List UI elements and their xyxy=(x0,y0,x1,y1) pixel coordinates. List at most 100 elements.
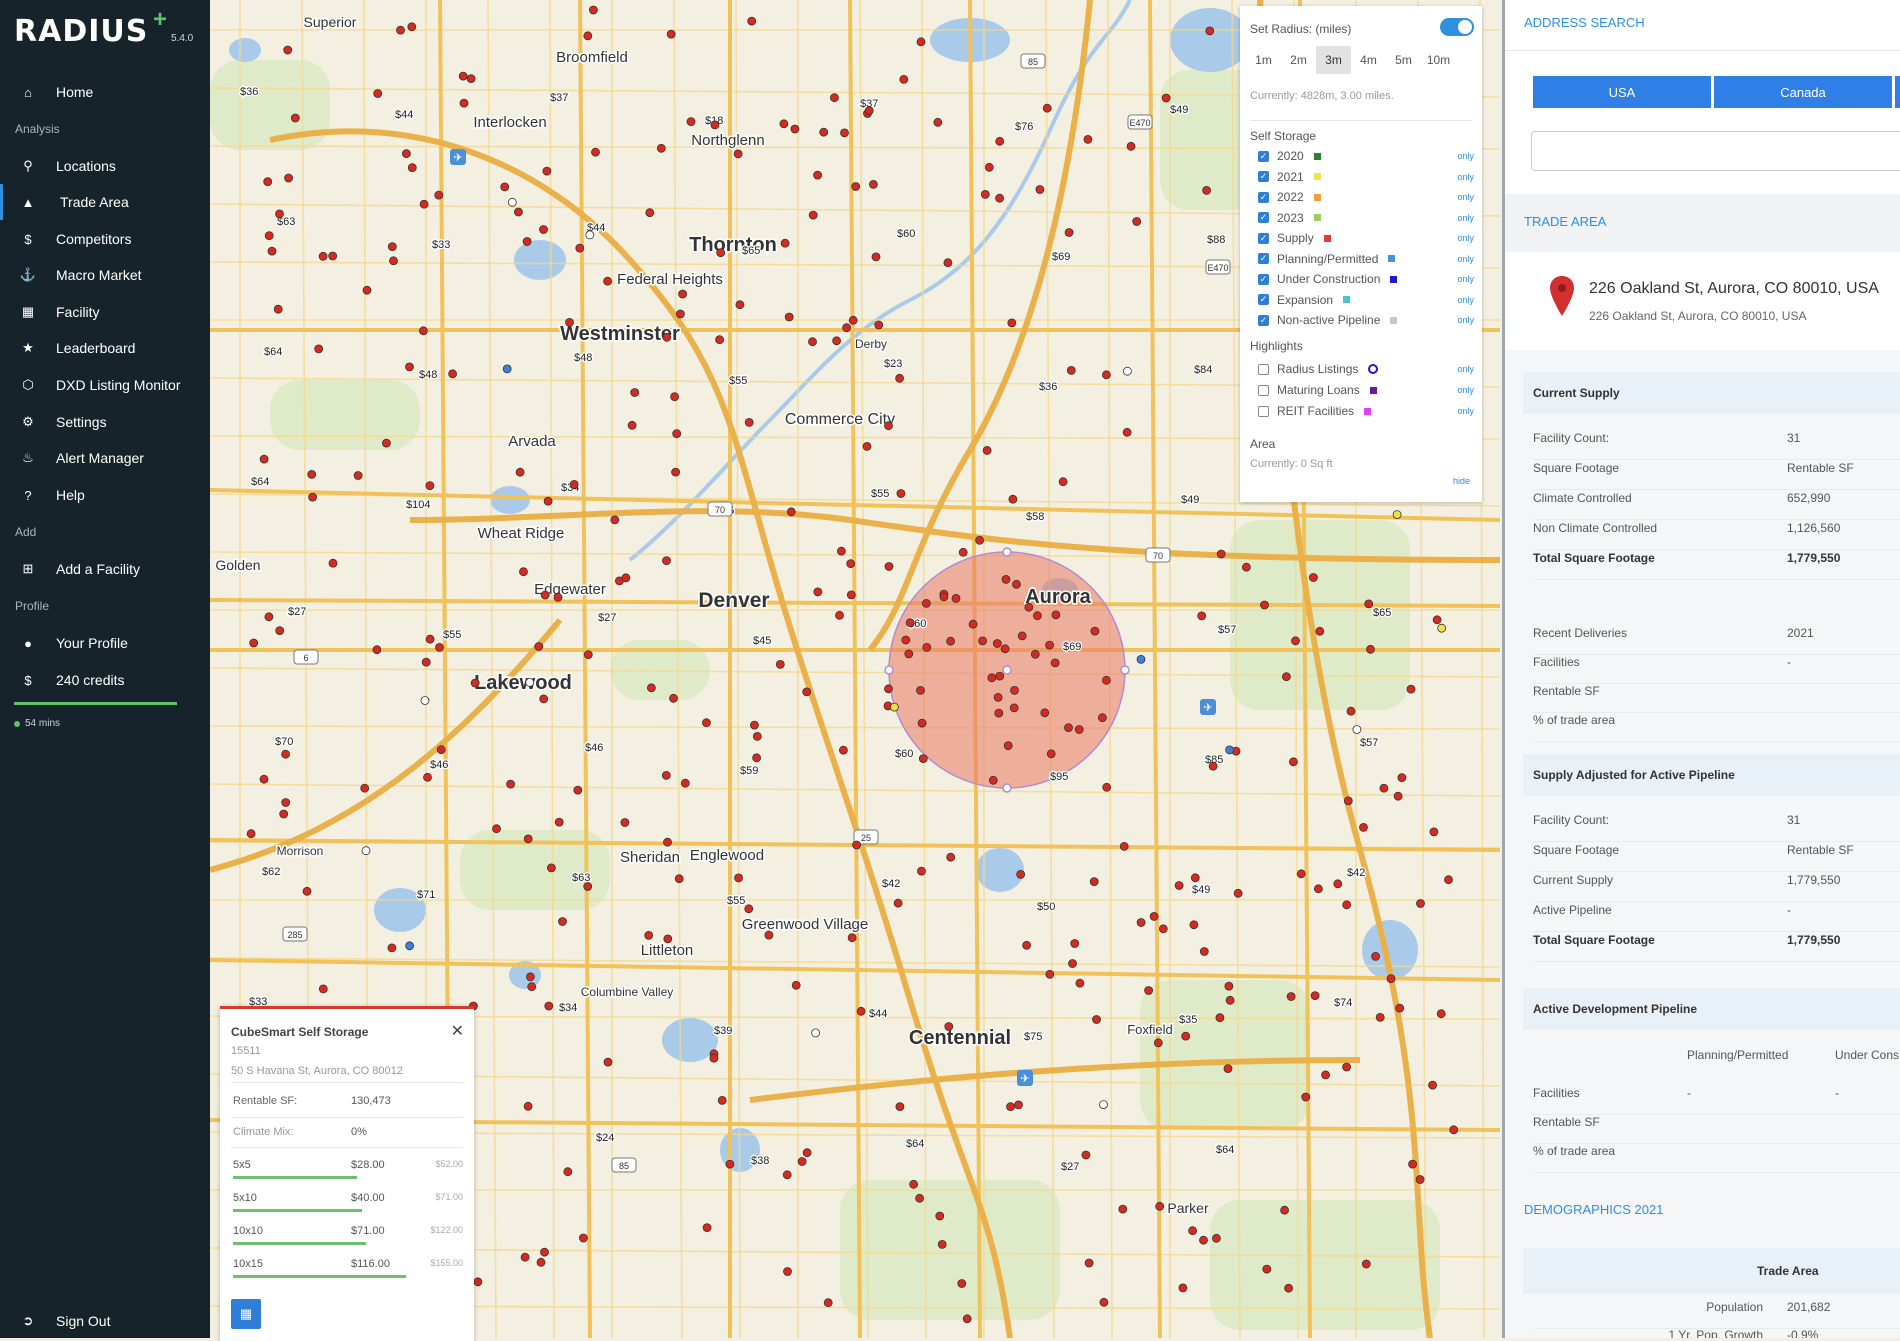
facility-marker[interactable] xyxy=(1225,745,1234,755)
facility-marker[interactable] xyxy=(314,344,324,354)
facility-marker[interactable] xyxy=(536,1257,546,1267)
facility-marker[interactable] xyxy=(874,320,884,330)
facility-marker[interactable] xyxy=(558,917,567,926)
facility-marker[interactable] xyxy=(1090,626,1100,636)
layer-row[interactable]: ✓ 2021 only xyxy=(1258,168,1474,186)
facility-marker[interactable] xyxy=(318,984,328,994)
facility-marker[interactable] xyxy=(840,128,849,138)
circle-handle[interactable] xyxy=(1002,783,1012,793)
facility-marker[interactable] xyxy=(957,1279,967,1288)
facility-marker[interactable] xyxy=(1315,626,1325,636)
facility-marker[interactable] xyxy=(1242,562,1251,572)
facility-marker[interactable] xyxy=(263,177,273,187)
facility-details-button[interactable]: ▦ xyxy=(231,1299,261,1329)
facility-marker[interactable] xyxy=(401,149,411,159)
facility-marker[interactable] xyxy=(1075,978,1085,988)
facility-marker[interactable] xyxy=(939,592,949,602)
facility-marker[interactable] xyxy=(1102,782,1112,792)
facility-marker[interactable] xyxy=(1386,974,1396,983)
facility-marker[interactable] xyxy=(273,304,283,314)
facility-marker[interactable] xyxy=(492,824,501,834)
facility-marker[interactable] xyxy=(675,309,685,319)
facility-marker[interactable] xyxy=(893,898,903,908)
facility-marker[interactable] xyxy=(1040,708,1050,718)
facility-marker[interactable] xyxy=(968,619,978,629)
facility-marker[interactable] xyxy=(1395,1003,1405,1013)
facility-marker[interactable] xyxy=(1197,611,1207,621)
tab-more[interactable] xyxy=(1895,76,1900,108)
facility-marker[interactable] xyxy=(585,230,595,240)
facility-marker[interactable] xyxy=(937,1240,947,1249)
facility-marker[interactable] xyxy=(791,980,801,990)
facility-marker[interactable] xyxy=(540,590,550,600)
facility-marker[interactable] xyxy=(1099,1100,1108,1109)
radius-btn-10m[interactable]: 10m xyxy=(1421,46,1456,74)
checkbox[interactable]: ✓ xyxy=(1258,191,1269,203)
facility-marker[interactable] xyxy=(1010,686,1019,695)
facility-marker[interactable] xyxy=(1022,940,1031,950)
facility-marker[interactable] xyxy=(553,593,563,602)
facility-marker[interactable] xyxy=(674,874,684,884)
only-link[interactable]: only xyxy=(1457,406,1474,416)
facility-marker[interactable] xyxy=(862,441,872,451)
facility-marker[interactable] xyxy=(389,256,398,266)
facility-marker[interactable] xyxy=(525,972,535,982)
facility-marker[interactable] xyxy=(864,106,874,115)
facility-marker[interactable] xyxy=(281,798,291,807)
facility-marker[interactable] xyxy=(975,535,984,545)
nav-trade-area[interactable]: ▲ Trade Area xyxy=(0,184,213,220)
facility-marker[interactable] xyxy=(290,113,300,123)
facility-marker[interactable] xyxy=(944,1022,954,1031)
facility-marker[interactable] xyxy=(523,1101,533,1111)
facility-marker[interactable] xyxy=(575,243,585,253)
facility-marker[interactable] xyxy=(733,149,743,159)
facility-marker[interactable] xyxy=(1045,969,1055,979)
tab-usa[interactable]: USA xyxy=(1533,76,1711,108)
facility-marker[interactable] xyxy=(884,421,893,431)
facility-marker[interactable] xyxy=(534,642,544,651)
facility-marker[interactable] xyxy=(1361,1259,1371,1269)
facility-marker[interactable] xyxy=(869,179,878,189)
facility-marker[interactable] xyxy=(630,388,640,397)
checkbox[interactable]: ✓ xyxy=(1258,294,1269,305)
facility-marker[interactable] xyxy=(671,467,681,477)
facility-marker[interactable] xyxy=(1006,1102,1015,1112)
facility-marker[interactable] xyxy=(569,479,579,489)
facility-marker[interactable] xyxy=(1262,1264,1272,1274)
facility-marker[interactable] xyxy=(302,886,312,896)
facility-marker[interactable] xyxy=(1284,1283,1293,1293)
facility-marker[interactable] xyxy=(856,1006,866,1016)
facility-marker[interactable] xyxy=(621,573,631,583)
facility-marker[interactable] xyxy=(1289,757,1298,767)
facility-marker[interactable] xyxy=(361,846,371,856)
facility-marker[interactable] xyxy=(1012,579,1021,589)
facility-marker[interactable] xyxy=(434,190,444,200)
facility-marker[interactable] xyxy=(1225,995,1235,1005)
facility-marker[interactable] xyxy=(1099,1297,1109,1307)
facility-marker[interactable] xyxy=(1008,494,1018,504)
facility-marker[interactable] xyxy=(846,590,856,600)
facility-marker[interactable] xyxy=(423,772,432,782)
facility-marker[interactable] xyxy=(1126,141,1136,151)
facility-marker[interactable] xyxy=(1189,920,1199,930)
only-link[interactable]: only xyxy=(1457,385,1474,395)
facility-marker[interactable] xyxy=(1309,573,1318,582)
facility-marker[interactable] xyxy=(387,943,397,953)
facility-marker[interactable] xyxy=(779,119,789,129)
facility-marker[interactable] xyxy=(830,93,839,103)
facility-marker[interactable] xyxy=(1343,796,1353,806)
facility-marker[interactable] xyxy=(899,75,909,84)
checkbox[interactable] xyxy=(1258,384,1269,396)
facility-marker[interactable] xyxy=(846,559,856,568)
facility-marker[interactable] xyxy=(502,364,512,374)
facility-marker[interactable] xyxy=(823,1298,833,1308)
facility-marker[interactable] xyxy=(646,683,656,693)
facility-marker[interactable] xyxy=(1102,370,1111,380)
facility-marker[interactable] xyxy=(725,1159,735,1169)
facility-marker[interactable] xyxy=(448,369,458,379)
facility-marker[interactable] xyxy=(1205,26,1215,36)
facility-marker[interactable] xyxy=(283,45,293,55)
facility-marker[interactable] xyxy=(523,834,533,844)
facility-marker[interactable] xyxy=(1406,684,1416,694)
facility-marker[interactable] xyxy=(328,558,338,568)
